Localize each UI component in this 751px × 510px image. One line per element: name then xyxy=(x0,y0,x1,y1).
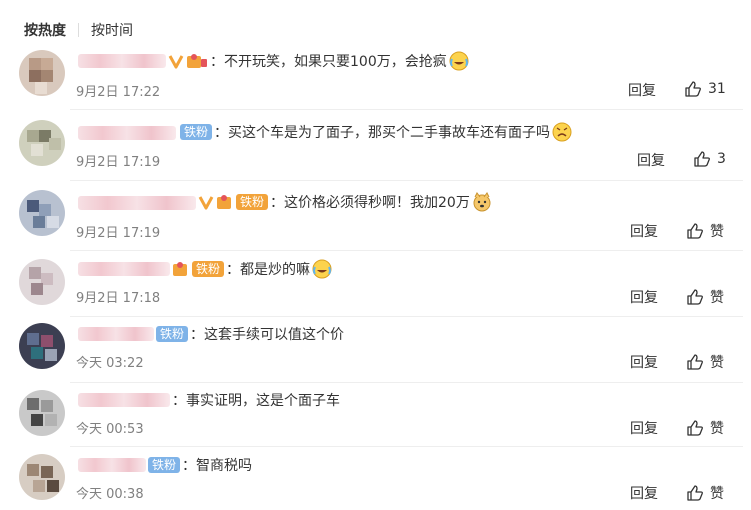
like-count: 3 xyxy=(717,151,726,167)
like-count: 赞 xyxy=(710,421,724,437)
comment-text: ：这价格必须得秒啊！我加20万 xyxy=(270,195,470,211)
reply-button[interactable]: 回复 xyxy=(628,80,656,100)
username[interactable] xyxy=(78,327,154,341)
reply-button[interactable]: 回复 xyxy=(630,352,658,372)
comment-time: 今天 03:22 xyxy=(76,356,144,371)
avatar[interactable] xyxy=(19,390,65,436)
comment-text: ：不开玩笑，如果只要100万，会抢疯 xyxy=(210,54,447,70)
avatar[interactable] xyxy=(19,190,65,236)
divider xyxy=(70,109,743,110)
comment-text: ：这套手续可以值这个价 xyxy=(190,327,345,343)
divider xyxy=(70,446,743,447)
reply-button[interactable]: 回复 xyxy=(630,418,658,438)
comment-content: 铁粉 ：买这个车是为了面子，那买个二手事故车还有面子吗 xyxy=(180,122,572,142)
like-count: 赞 xyxy=(710,355,724,371)
sad-emoji-icon xyxy=(552,122,572,142)
comment-text: ：智商税吗 xyxy=(182,458,253,474)
like-count: 赞 xyxy=(710,486,724,502)
username[interactable] xyxy=(78,196,196,210)
reply-button[interactable]: 回复 xyxy=(630,221,658,241)
sort-tabs: 按热度 按时间 xyxy=(24,19,133,41)
comment-content: 铁粉 ：都是炒的嘛 xyxy=(172,259,332,279)
thumbs-up-icon xyxy=(687,420,703,436)
thumbs-up-icon xyxy=(687,223,703,239)
comment-text: ：买这个车是为了面子，那买个二手事故车还有面子吗 xyxy=(214,125,551,141)
comment-content: 铁粉 ：智商税吗 xyxy=(148,455,252,475)
comment-content: ：事实证明，这是个面子车 xyxy=(172,390,340,410)
username[interactable] xyxy=(78,262,170,276)
thumbs-up-icon xyxy=(687,354,703,370)
fan-badge: 铁粉 xyxy=(156,326,189,342)
username[interactable] xyxy=(78,458,146,472)
like-count: 赞 xyxy=(710,224,724,240)
reply-button[interactable]: 回复 xyxy=(630,483,658,503)
comment-time: 9月2日 17:19 xyxy=(76,155,161,170)
comment-text: ：事实证明，这是个面子车 xyxy=(172,393,340,409)
comment-time: 今天 00:38 xyxy=(76,487,144,502)
like-button[interactable]: 31 xyxy=(684,80,726,98)
like-button[interactable]: 赞 xyxy=(686,418,724,438)
divider xyxy=(70,316,743,317)
avatar[interactable] xyxy=(19,120,65,166)
comment-time: 今天 00:53 xyxy=(76,422,144,437)
laugh-cry-emoji-icon xyxy=(449,51,469,71)
laugh-cry-emoji-icon xyxy=(312,259,332,279)
vip-gift-icon xyxy=(172,261,190,277)
fan-badge: 铁粉 xyxy=(236,194,269,210)
comment-time: 9月2日 17:22 xyxy=(76,85,161,100)
comment-content: 铁粉 ：这价格必须得秒啊！我加20万 xyxy=(198,192,492,212)
verified-v-icon xyxy=(198,194,214,210)
like-button[interactable]: 赞 xyxy=(686,352,724,372)
avatar[interactable] xyxy=(19,50,65,96)
verified-v-icon xyxy=(168,53,184,69)
doge-emoji-icon xyxy=(473,192,491,212)
username[interactable] xyxy=(78,393,170,407)
avatar[interactable] xyxy=(19,259,65,305)
avatar[interactable] xyxy=(19,454,65,500)
thumbs-up-icon xyxy=(687,289,703,305)
like-count: 赞 xyxy=(710,290,724,306)
like-button[interactable]: 赞 xyxy=(686,483,724,503)
comment-content: 铁粉 ：这套手续可以值这个价 xyxy=(156,324,344,344)
reply-button[interactable]: 回复 xyxy=(630,287,658,307)
comment-time: 9月2日 17:18 xyxy=(76,291,161,306)
tab-sort-hot[interactable]: 按热度 xyxy=(24,20,66,40)
comment-panel: 按热度 按时间 ：不开玩笑，如果只要100万，会抢疯 9月2日 17:22 回复 xyxy=(0,0,751,510)
divider xyxy=(70,250,743,251)
like-button[interactable]: 赞 xyxy=(686,287,724,307)
reply-button[interactable]: 回复 xyxy=(637,150,665,170)
like-button[interactable]: 3 xyxy=(693,150,726,168)
username[interactable] xyxy=(78,54,166,68)
username[interactable] xyxy=(78,126,176,140)
fan-badge: 铁粉 xyxy=(180,124,213,140)
like-button[interactable]: 赞 xyxy=(686,221,724,241)
tab-sort-time[interactable]: 按时间 xyxy=(91,20,133,40)
vip-gift-icon xyxy=(186,53,208,69)
divider xyxy=(70,382,743,383)
avatar[interactable] xyxy=(19,323,65,369)
comment-time: 9月2日 17:19 xyxy=(76,226,161,241)
thumbs-up-icon xyxy=(694,151,710,167)
comment-text: ：都是炒的嘛 xyxy=(226,262,311,278)
fan-badge: 铁粉 xyxy=(148,457,181,473)
tab-divider xyxy=(78,23,79,37)
thumbs-up-icon xyxy=(687,485,703,501)
like-count: 31 xyxy=(708,81,726,97)
divider xyxy=(70,180,743,181)
fan-badge: 铁粉 xyxy=(192,261,225,277)
comment-content: ：不开玩笑，如果只要100万，会抢疯 xyxy=(168,51,469,71)
vip-gift-icon xyxy=(216,194,234,210)
thumbs-up-icon xyxy=(685,81,701,97)
